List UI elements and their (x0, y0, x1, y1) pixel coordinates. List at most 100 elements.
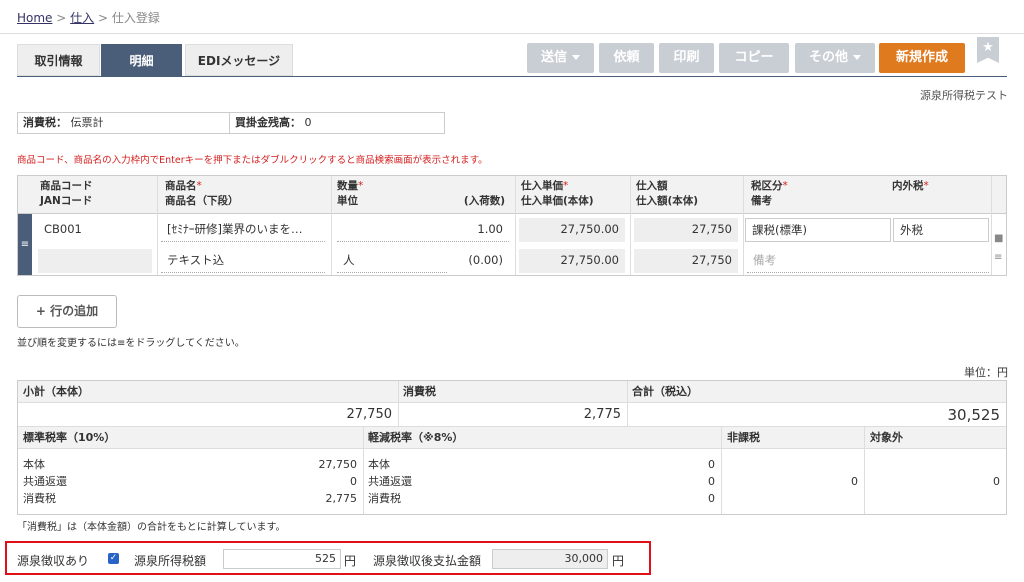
unit-input[interactable]: 人 (337, 249, 447, 273)
new-button[interactable]: 新規作成 (879, 43, 965, 73)
print-button[interactable]: 印刷 (659, 43, 714, 73)
withholding-enabled-label: 源泉徴収あり (17, 554, 90, 568)
breadcrumb-separator: > (98, 11, 109, 25)
tax-mode: 消費税： 伝票計 (18, 113, 230, 133)
tax-mode-label: 消費税： (23, 116, 67, 129)
nontax-row: 0 (721, 474, 864, 490)
tab-underline (17, 76, 1007, 77)
exempt-label: 対象外 (870, 431, 903, 444)
after-withholding-label: 源泉徴収後支払金額 (373, 554, 482, 568)
tax-value: 2,775 (583, 407, 621, 422)
column-divider (157, 176, 158, 275)
summary-table: 小計（本体） 消費税 合計（税込） 27,750 2,775 30,525 標準… (17, 380, 1007, 515)
breadcrumb-current: 仕入登録 (111, 11, 160, 25)
other-menu-button[interactable]: その他 (795, 43, 875, 73)
other-menu-label: その他 (808, 50, 848, 65)
standard-return-row: 共通返還 0 (18, 474, 363, 490)
product-name2-input[interactable]: テキスト込 (161, 249, 325, 273)
product-code-input[interactable]: CB001 (38, 218, 152, 242)
header-unit-label: 単位 (337, 195, 358, 207)
row-label-return: 共通返還 (23, 475, 67, 488)
sort-hint: 並び順を変更するには≡をドラッグしてください。 (17, 338, 245, 349)
quantity-input[interactable]: 1.00 (337, 218, 509, 242)
calc-note: 「消費税」は（本体金額）の合計をもとに計算しています。 (17, 522, 286, 533)
product-name-input[interactable]: [ｾﾐﾅｰ研修]業界のいまを… (161, 218, 325, 242)
total-value: 30,525 (947, 406, 1001, 424)
required-mark: * (358, 180, 364, 192)
header-unit-price: 仕入単価* 仕入単価(本体) (521, 179, 594, 209)
row-label-tax: 消費税 (23, 492, 56, 505)
exempt-value: 0 (993, 475, 1000, 488)
bookmark-star-icon[interactable]: ★ (977, 37, 999, 63)
unit-price-input[interactable]: 27,750.00 (519, 218, 625, 242)
reduced-body-value: 0 (708, 458, 715, 471)
standard-rate-label: 標準税率（10%） (23, 431, 116, 444)
yen-label: 円 (344, 554, 357, 568)
header-code-label: 商品コード (40, 180, 93, 192)
header-quantity: 数量* 単位 (入荷数) (337, 179, 505, 209)
tax-type-select[interactable]: 課税(標準) (745, 218, 891, 242)
info-box: 消費税： 伝票計 買掛金残高： 0 (17, 112, 445, 134)
header-tax-type: 税区分* 備考 (751, 179, 788, 209)
column-divider (991, 176, 992, 275)
tab-transaction-info[interactable]: 取引情報 (17, 44, 100, 76)
column-divider (743, 176, 744, 275)
row-list-icon[interactable]: ≡ (994, 252, 1004, 263)
reduced-body-row: 本体 0 (363, 457, 721, 473)
send-button-label: 送信 (540, 50, 567, 65)
withholding-checkbox[interactable]: ✓ (108, 553, 119, 564)
drag-handle-icon[interactable]: ≡ (18, 214, 32, 275)
send-button[interactable]: 送信 (527, 43, 594, 73)
tab-edi-message[interactable]: EDIメッセージ (185, 44, 293, 76)
header-product-name: 商品名* 商品名（下段） (165, 179, 239, 209)
required-mark: * (782, 180, 788, 192)
search-notice: 商品コード、商品名の入力枠内でEnterキーを押下またはダブルクリックすると商品… (17, 155, 488, 166)
row-label-body: 本体 (23, 458, 45, 471)
header-received-label: (入荷数) (463, 195, 505, 207)
header-memo-label: 備考 (751, 195, 772, 207)
standard-body-value: 27,750 (318, 458, 358, 471)
standard-return-value: 0 (350, 475, 357, 488)
in-out-tax-select[interactable]: 外税 (893, 218, 989, 242)
required-mark: * (923, 180, 929, 192)
payable-balance-value: 0 (304, 116, 312, 129)
header-name-label: 商品名 (165, 180, 197, 192)
header-name2-label: 商品名（下段） (165, 195, 239, 207)
header-tax-label: 税区分 (751, 180, 783, 192)
copy-button[interactable]: コピー (719, 43, 789, 73)
chevron-down-icon (853, 55, 861, 60)
total-label: 合計（税込） (632, 385, 698, 398)
required-mark: * (563, 180, 569, 192)
header-in-out-tax: 内外税* (892, 179, 929, 194)
detail-grid: 商品コード JANコード 商品名* 商品名（下段） 数量* 単位 (入荷数) 仕入単価*… (17, 175, 1007, 276)
chevron-down-icon (572, 55, 580, 60)
column-divider (864, 427, 865, 514)
row-label-body: 本体 (368, 458, 390, 471)
breadcrumb-purchase-link[interactable]: 仕入 (70, 11, 94, 25)
add-row-button[interactable]: + 行の追加 (17, 295, 117, 328)
memo-input[interactable]: 備考 (747, 249, 989, 273)
header-qty-label: 数量 (337, 180, 358, 192)
unit-label: 単位：円 (964, 366, 1008, 379)
payable-balance: 買掛金残高： 0 (230, 113, 312, 133)
reduced-tax-value: 0 (708, 492, 715, 505)
tax-mode-value: 伝票計 (70, 116, 104, 129)
header-product-code: 商品コード JANコード (40, 179, 93, 209)
row-menu-icon[interactable]: ■ (994, 233, 1004, 244)
withholding-tax-input[interactable]: 525 (223, 549, 341, 569)
header-price-label: 仕入単価 (521, 180, 563, 192)
breadcrumb-separator: > (56, 11, 67, 25)
payable-balance-label: 買掛金残高： (235, 116, 301, 129)
request-button[interactable]: 依頼 (599, 43, 654, 73)
header-intax-label: 内外税 (892, 180, 924, 192)
withholding-section: 源泉徴収あり ✓ 源泉所得税額 525 円 源泉徴収後支払金額 30,000 円 (5, 541, 651, 575)
breadcrumb-home-link[interactable]: Home (17, 11, 52, 25)
jan-code-input[interactable] (38, 249, 152, 273)
summary-rate-header-row (18, 427, 1006, 449)
required-mark: * (196, 180, 202, 192)
column-divider (721, 427, 722, 514)
column-divider (331, 176, 332, 275)
standard-body-row: 本体 27,750 (18, 457, 363, 473)
tab-details[interactable]: 明細 (101, 44, 182, 76)
header-amount-body-label: 仕入額(本体) (636, 195, 699, 207)
